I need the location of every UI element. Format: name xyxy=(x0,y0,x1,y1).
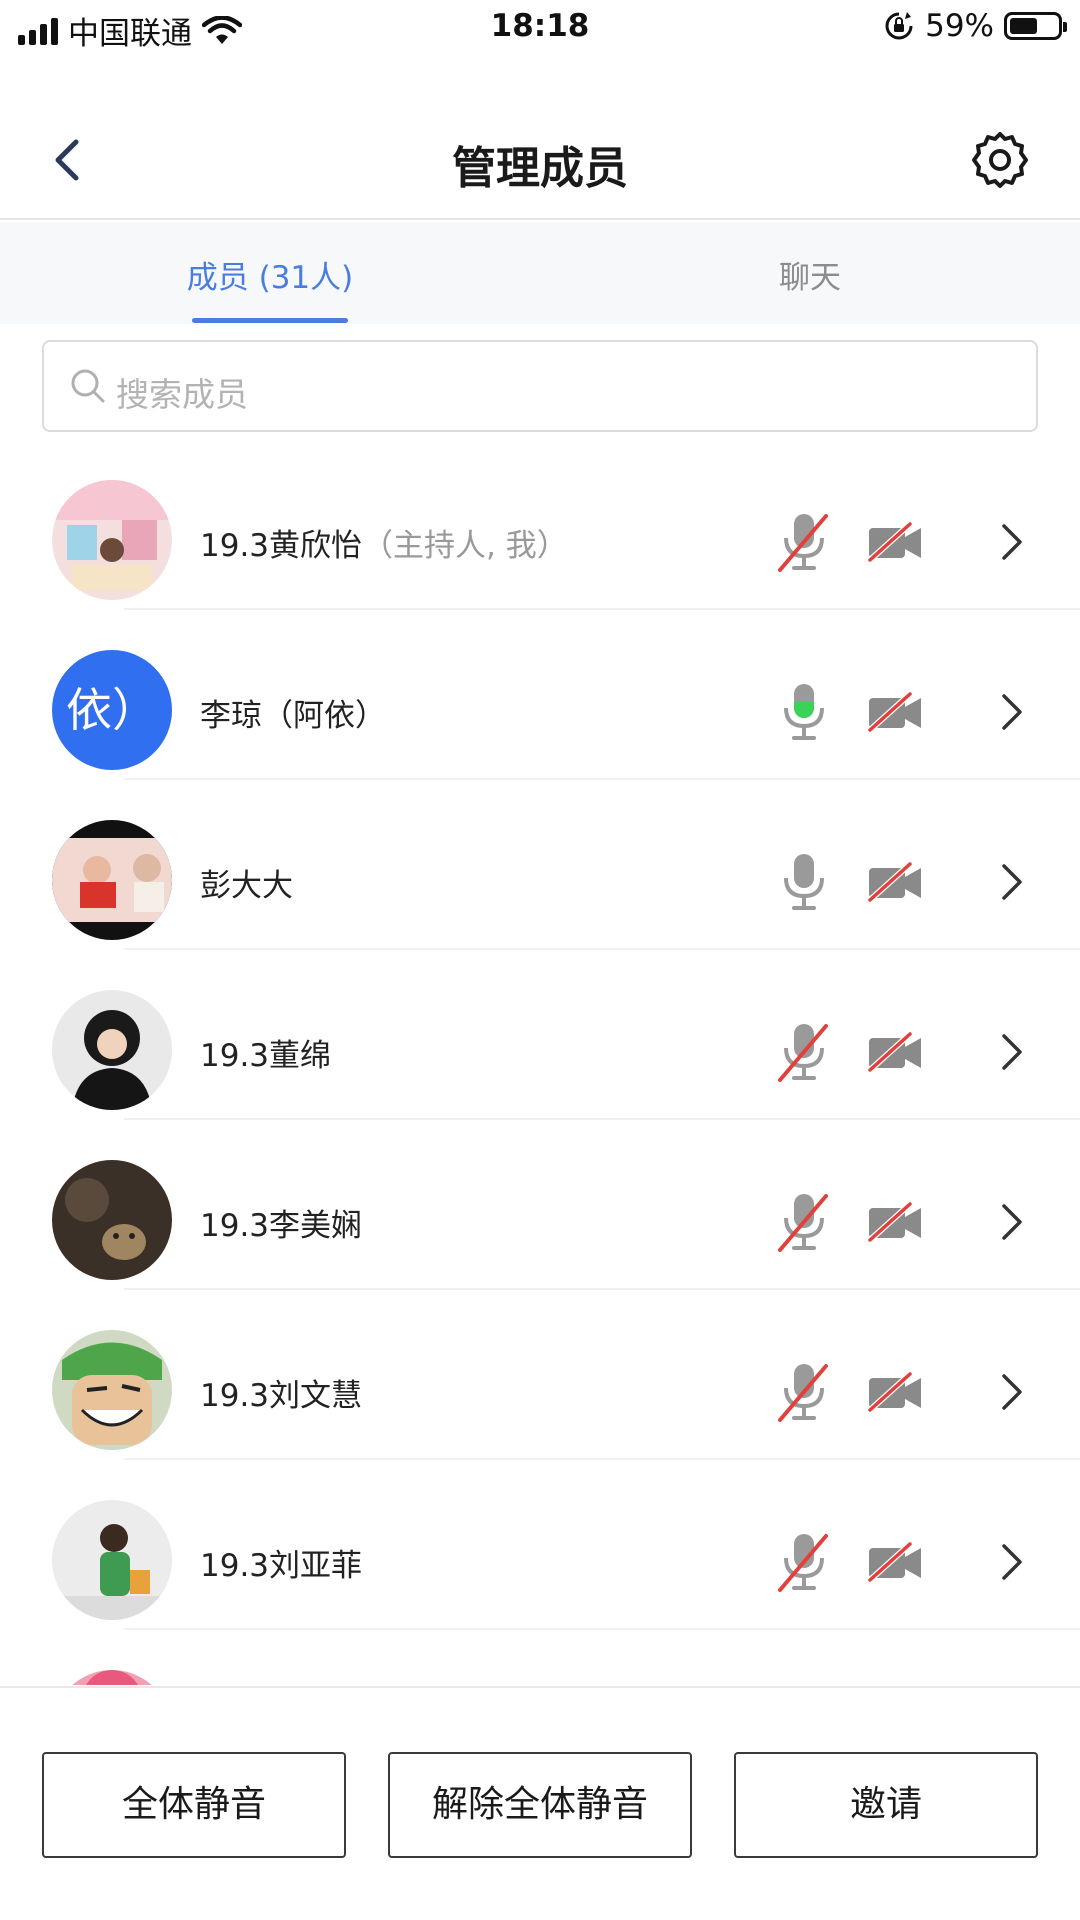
member-name: 19.3刘亚菲 xyxy=(200,1540,362,1585)
avatar xyxy=(52,820,172,940)
status-right: 59% xyxy=(883,8,1067,44)
member-row[interactable]: 19.3黄欣怡（主持人, 我） xyxy=(0,440,1080,610)
member-name-text: 彭大大 xyxy=(200,868,293,904)
unmute-all-button[interactable]: 解除全体静音 xyxy=(388,1752,692,1858)
search-placeholder: 搜索成员 xyxy=(116,375,248,414)
avatar xyxy=(52,1160,172,1280)
battery-icon xyxy=(1004,12,1067,40)
camera-off-icon[interactable] xyxy=(866,1370,924,1414)
member-name: 19.3黄欣怡（主持人, 我） xyxy=(200,520,568,565)
camera-off-icon[interactable] xyxy=(866,520,924,564)
mic-on-icon[interactable] xyxy=(776,850,832,914)
member-row[interactable]: 19.3董绵 xyxy=(0,950,1080,1120)
avatar: 依） xyxy=(52,650,172,770)
member-list: 19.3黄欣怡（主持人, 我） 依） 李琼（阿依） 彭大大 19.3董绵 19.… xyxy=(0,440,1080,1685)
avatar xyxy=(52,480,172,600)
mic-muted-icon[interactable] xyxy=(776,1530,832,1594)
member-name-text: 李琼（阿依） xyxy=(200,698,386,734)
member-name: 彭大大 xyxy=(200,860,293,905)
camera-off-icon[interactable] xyxy=(866,690,924,734)
avatar xyxy=(52,1500,172,1620)
tab-indicator xyxy=(192,318,348,323)
mic-muted-icon[interactable] xyxy=(776,1020,832,1084)
chevron-right-icon[interactable] xyxy=(998,520,1026,564)
camera-off-icon[interactable] xyxy=(866,1030,924,1074)
mic-muted-icon[interactable] xyxy=(776,1360,832,1424)
member-name-text: 19.3刘文慧 xyxy=(200,1378,363,1414)
member-name-text: 19.3董绵 xyxy=(200,1038,332,1074)
camera-off-icon[interactable] xyxy=(866,860,924,904)
member-row[interactable]: 19.3李美娴 xyxy=(0,1120,1080,1290)
member-name: 19.3李美娴 xyxy=(200,1200,362,1245)
member-row[interactable]: 19.3刘亚菲 xyxy=(0,1460,1080,1630)
status-bar: 中国联通 18:18 59% xyxy=(0,0,1080,56)
member-role: （主持人, 我） xyxy=(362,528,568,564)
chevron-right-icon[interactable] xyxy=(998,1540,1026,1584)
search-input[interactable]: 搜索成员 xyxy=(42,340,1038,432)
mic-muted-icon[interactable] xyxy=(776,510,832,574)
member-row[interactable]: 19.3刘文慧 xyxy=(0,1290,1080,1460)
chevron-right-icon[interactable] xyxy=(998,1370,1026,1414)
camera-off-icon[interactable] xyxy=(866,1540,924,1584)
tab-bar: 成员 (31人) 聊天 xyxy=(0,222,1080,324)
avatar xyxy=(52,990,172,1110)
chevron-right-icon[interactable] xyxy=(998,1030,1026,1074)
rotation-lock-icon xyxy=(885,12,913,40)
battery-percent: 59% xyxy=(925,8,994,44)
footer-actions: 全体静音 解除全体静音 邀请 xyxy=(0,1686,1080,1920)
chevron-right-icon[interactable] xyxy=(998,860,1026,904)
invite-button[interactable]: 邀请 xyxy=(734,1752,1038,1858)
mic-speaking-icon[interactable] xyxy=(776,680,832,744)
member-row-partial[interactable] xyxy=(0,1630,1080,1685)
camera-off-icon[interactable] xyxy=(866,1200,924,1244)
mic-muted-icon[interactable] xyxy=(776,1190,832,1254)
tab-members[interactable]: 成员 (31人) xyxy=(110,252,430,297)
member-row[interactable]: 彭大大 xyxy=(0,780,1080,950)
avatar xyxy=(52,1670,172,1685)
chevron-right-icon[interactable] xyxy=(998,690,1026,734)
gear-icon[interactable] xyxy=(970,130,1030,190)
battery-fill xyxy=(1010,18,1038,34)
member-name-text: 19.3李美娴 xyxy=(200,1208,363,1244)
member-row[interactable]: 依） 李琼（阿依） xyxy=(0,610,1080,780)
member-name-text: 19.3刘亚菲 xyxy=(200,1548,363,1584)
member-name: 李琼（阿依） xyxy=(200,690,386,735)
search-icon xyxy=(71,369,105,403)
avatar xyxy=(52,1330,172,1450)
nav-bar: 管理成员 xyxy=(0,100,1080,220)
mute-all-button[interactable]: 全体静音 xyxy=(42,1752,346,1858)
member-name: 19.3刘文慧 xyxy=(200,1370,362,1415)
page-title: 管理成员 xyxy=(452,143,628,194)
member-name: 19.3董绵 xyxy=(200,1030,331,1075)
tab-chat[interactable]: 聊天 xyxy=(650,252,970,297)
chevron-right-icon[interactable] xyxy=(998,1200,1026,1244)
member-name-text: 19.3黄欣怡 xyxy=(200,528,363,564)
